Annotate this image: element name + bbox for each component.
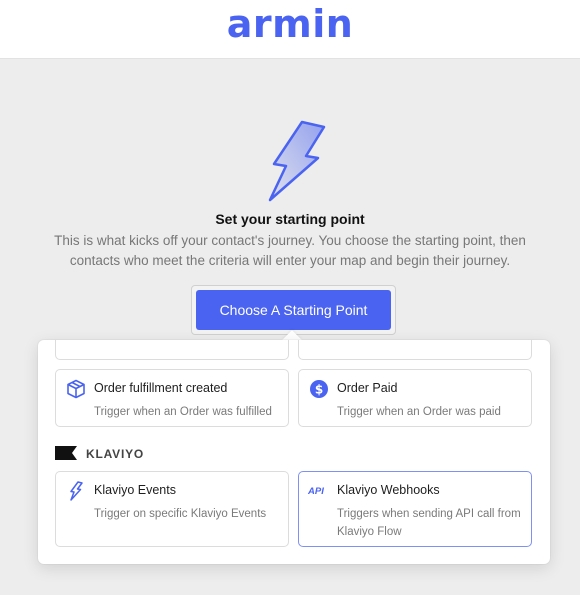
trigger-card-order-paid[interactable]: $ Order Paid Trigger when an Order was p… xyxy=(298,369,532,427)
trigger-card-klaviyo-webhooks[interactable]: API Klaviyo Webhooks Triggers when sendi… xyxy=(298,471,532,547)
app-logo[interactable]: armin xyxy=(0,2,580,46)
api-icon: API xyxy=(308,486,324,497)
svg-text:$: $ xyxy=(315,383,323,397)
trigger-card-subtitle: Triggers when sending API call from Klav… xyxy=(337,508,521,538)
trigger-card-title: Klaviyo Events xyxy=(94,483,176,497)
klaviyo-flag-icon xyxy=(55,446,77,460)
choose-starting-point-button[interactable]: Choose A Starting Point xyxy=(196,290,391,330)
trigger-card-partial[interactable] xyxy=(298,340,532,360)
dollar-circle-icon: $ xyxy=(310,380,328,398)
top-bar: armin xyxy=(0,0,580,59)
cta-focus-ring: Choose A Starting Point xyxy=(191,285,396,335)
lightning-bolt-icon xyxy=(268,120,326,202)
package-box-icon xyxy=(67,379,85,399)
trigger-card-subtitle: Trigger when an Order was paid xyxy=(337,406,501,418)
page-description: This is what kicks off your contact's jo… xyxy=(54,233,526,268)
starting-point-dropdown: Order fulfillment created Trigger when a… xyxy=(38,340,550,564)
trigger-card-title: Klaviyo Webhooks xyxy=(337,483,440,497)
trigger-card-subtitle: Trigger when an Order was fulfilled xyxy=(94,406,272,418)
section-label: KLAVIYO xyxy=(86,447,145,461)
trigger-card-title: Order fulfillment created xyxy=(94,381,228,395)
lightning-icon xyxy=(70,481,83,501)
trigger-card-order-fulfillment[interactable]: Order fulfillment created Trigger when a… xyxy=(55,369,289,427)
trigger-card-partial[interactable] xyxy=(55,340,289,360)
trigger-card-klaviyo-events[interactable]: Klaviyo Events Trigger on specific Klavi… xyxy=(55,471,289,547)
page-title: Set your starting point xyxy=(215,211,365,227)
trigger-card-subtitle: Trigger on specific Klaviyo Events xyxy=(94,508,267,520)
trigger-card-title: Order Paid xyxy=(337,381,398,395)
